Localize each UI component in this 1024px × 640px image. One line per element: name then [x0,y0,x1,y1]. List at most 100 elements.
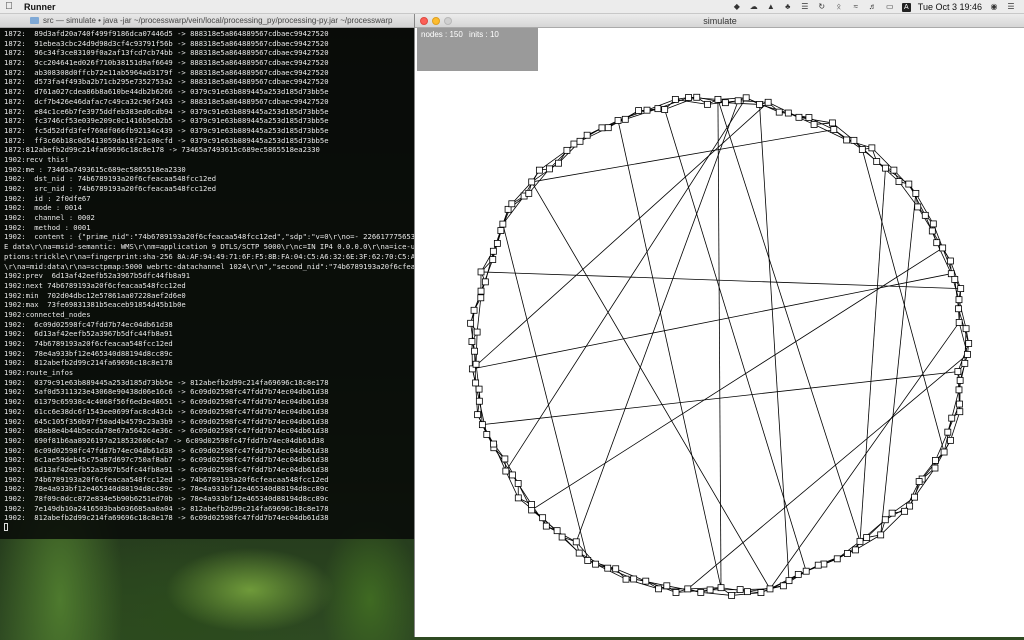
network-node [467,319,475,327]
terminal-line: 1902:route_infos [4,368,74,378]
network-node [764,98,772,106]
terminal-line: 1872: 9cc204641ed026f710b38151d9af6649 -… [4,58,329,68]
network-canvas[interactable] [415,28,1024,637]
terminal-line: 1872: ff3c66b18c0d5413059da18f21c00cfd -… [4,135,329,145]
network-node [766,585,774,593]
network-node [684,585,692,593]
terminal-line: \r\na=mid:data\r\na=sctpmap:5000 webrtc-… [4,261,414,271]
terminal-line: 1872: dcf7b426e46dafac7c49ca32c96f2463 -… [4,96,329,106]
network-node [474,411,481,419]
network-node [643,106,651,114]
terminal-line: 1902: content : {"prime_nid":"74b6789193… [4,232,414,242]
shape-icon[interactable]: ▲ [766,3,776,11]
network-node [502,467,510,475]
battery-icon[interactable]: ▭ [885,3,895,11]
network-node [912,189,920,197]
network-node [655,585,662,593]
terminal-window[interactable]: src — simulate • java -jar ~/processwarp… [0,14,414,539]
network-node [546,165,553,173]
simulate-window[interactable]: simulate nodes : 150 inits : 10 [414,14,1024,637]
network-node [810,121,818,128]
network-node [947,270,955,278]
terminal-line: 1902: 812abefb2d99c214fa69696c18c8e178 -… [4,513,329,523]
leaf-icon[interactable]: ♣ [783,3,793,11]
apple-menu-icon[interactable]:  [0,1,18,12]
network-node [929,220,937,228]
notification-list-icon[interactable]: ☰ [1006,3,1016,11]
terminal-line: 1902: 7e149db10a2416503bab036685aa0a04 -… [4,503,329,513]
terminal-line: 1902: 78e4a933bf12e465340d88194d8cc89c -… [4,484,329,494]
history-icon[interactable]: ↻ [817,3,827,11]
layers-icon[interactable]: ☰ [800,3,810,11]
network-node [728,592,736,599]
network-node [604,124,612,132]
network-node [635,107,642,114]
network-node [850,136,858,144]
terminal-output[interactable]: 1872: 89d3afd20a740f499f9186dca07446d5 -… [4,29,414,533]
simulate-titlebar[interactable]: simulate [415,14,1024,28]
network-node [472,360,480,368]
menu-clock[interactable]: Tue Oct 3 19:46 [918,2,982,12]
network-node [757,589,765,596]
network-node [965,340,973,347]
volume-icon[interactable]: ♬ [868,3,878,11]
network-node [509,471,516,479]
wifi-icon[interactable]: ≈ [851,3,861,11]
app-name-menu[interactable]: Runner [24,2,56,12]
network-node [584,557,592,564]
dropbox-icon[interactable]: ◆ [732,3,742,11]
input-source-icon[interactable]: A [901,2,911,12]
terminal-line: 1872: 96c34f3ce83109f0a2af13fcd7cb74bb -… [4,48,329,58]
network-node [525,189,533,197]
terminal-line: 1902: 74b6789193a20f6cfeacaa548fcc12ed -… [4,474,329,484]
network-node [572,538,580,546]
terminal-line: 1902: dst_nid : 74b6789193a20f6cfeacaa54… [4,174,217,184]
network-node [528,501,535,508]
network-node [820,560,828,568]
cloud-icon[interactable]: ☁ [749,3,759,11]
network-node [539,514,547,522]
terminal-line: 1902: 6d13af42eefb52a3967b5dfc44fb8a91 -… [4,464,329,474]
network-node [621,115,629,123]
network-node [868,144,876,152]
stats-panel: nodes : 150 inits : 10 [417,28,538,71]
network-node [863,534,871,541]
network-node [962,325,970,333]
bluetooth-icon[interactable]: ᛟ [834,3,844,11]
network-node [802,567,810,575]
network-node [598,124,606,132]
network-node [956,408,964,416]
network-node [477,287,485,295]
network-node [734,97,742,105]
network-node [928,227,936,235]
network-node [921,211,929,219]
terminal-line: 1902:me : 73465a7493615c689ec5865518ea23… [4,164,186,174]
terminal-line: 1872: 91ebea3cbc24d9d98d3cf4c93791f56b -… [4,38,329,48]
terminal-titlebar[interactable]: src — simulate • java -jar ~/processwarp… [0,14,414,28]
terminal-prompt[interactable] [4,523,414,533]
network-node [704,100,711,108]
network-node [742,94,750,102]
network-node [856,537,864,545]
network-node [955,386,963,394]
terminal-title: src — simulate • java -jar ~/processwarp… [43,16,393,25]
terminal-line: 1902: id : 2f0dfe67 [4,193,91,203]
network-node [592,560,600,568]
network-node [947,257,954,265]
network-node [964,351,971,358]
network-node [805,114,813,121]
network-node [604,564,612,572]
network-node [555,159,562,167]
inits-count: inits : 10 [469,30,499,39]
network-node [881,516,889,524]
network-node [744,588,751,596]
network-node [736,586,744,593]
terminal-line: 1902: channel : 0002 [4,213,95,223]
user-icon[interactable]: ◉ [989,3,999,11]
network-node [844,550,851,557]
terminal-line: 1902: 5af0d5311323e43068e90438d06e16c6 -… [4,387,329,397]
network-node [714,95,722,103]
network-node [477,268,485,276]
terminal-line: 1902: 78e4a933bf12e465340d88194d8cc89c [4,348,173,358]
network-node [553,527,561,535]
